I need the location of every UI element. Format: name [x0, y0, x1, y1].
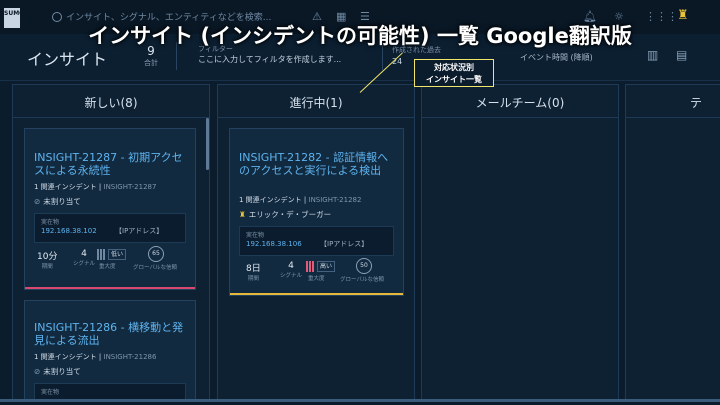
insight-card[interactable]: INSIGHT-21287 - 初期アクセスによる永続性 1 関連インシデント …: [24, 128, 196, 290]
related-count: 1 関連インシデント: [34, 353, 97, 361]
duration-label: 期間: [41, 264, 53, 270]
severity-indicator: 低い: [97, 249, 127, 260]
assignee[interactable]: ⊘ 未割り当て: [34, 196, 81, 207]
view-toggle-icon[interactable]: ▤: [676, 48, 687, 62]
insight-id: INSIGHT-21287: [103, 183, 157, 191]
confidence-label: グローバルな信頼: [133, 265, 177, 271]
severity-indicator: 高い: [306, 261, 336, 272]
confidence-gauge: 65: [148, 246, 164, 262]
insight-id: INSIGHT-21282: [308, 196, 362, 204]
column-header: 新しい(8): [13, 85, 209, 118]
column-settings-icon[interactable]: ▥: [647, 48, 658, 62]
entity-type: 【IPアドレス】: [320, 240, 369, 248]
entity-box[interactable]: 実在物 192.168.38.102 【IPアドレス】: [34, 213, 186, 243]
column-title: 新しい(8): [84, 96, 138, 110]
entity-label: 実在物: [41, 219, 60, 226]
confidence-label: グローバルな信頼: [340, 277, 384, 283]
annotation-callout: 対応状況別 インサイト一覧: [414, 59, 494, 87]
signals-label: シグナル: [280, 273, 303, 279]
duration-label: 期間: [247, 276, 259, 282]
related-count: 1 関連インシデント: [34, 183, 97, 191]
insight-card[interactable]: INSIGHT-21282 - 認証情報へのアクセスと実行による検出 1 関連イ…: [229, 128, 404, 296]
sort-select[interactable]: イベント時間 (降順): [520, 52, 593, 63]
related-count: 1 関連インシデント: [239, 196, 302, 204]
signals-stat: 4 シグナル: [280, 261, 302, 279]
translation-banner: インサイト (インシデントの可能性) 一覧 Google翻訳版: [88, 24, 632, 48]
assignee[interactable]: ⊘ 未割り当て: [34, 366, 81, 377]
related-incidents: 1 関連インシデント | INSIGHT-21287: [34, 183, 157, 191]
column-header: メールチーム(0): [422, 85, 618, 118]
user-icon: ♜: [239, 210, 246, 219]
signals-label: シグナル: [73, 261, 96, 267]
entity-box[interactable]: 実在物 192.168.38.106 【IPアドレス】: [239, 226, 394, 256]
related-incidents: 1 関連インシデント | INSIGHT-21282: [239, 196, 362, 204]
insight-count-label: 合計: [144, 59, 158, 67]
related-incidents: 1 関連インシデント | INSIGHT-21286: [34, 353, 157, 361]
column-mail-team: メールチーム(0): [421, 84, 619, 402]
assignee-name: 未割り当て: [43, 367, 81, 376]
unassigned-icon: ⊘: [34, 197, 41, 206]
duration-stat: 10分期間: [37, 249, 57, 270]
confidence-gauge: 50: [356, 258, 372, 274]
signals-value: 4: [81, 249, 87, 259]
column-title: 進行中(1): [289, 96, 343, 110]
bottom-scrollbar[interactable]: [0, 399, 720, 402]
duration-value: 10分: [37, 252, 58, 262]
entity-label: 実在物: [246, 232, 265, 239]
filter-input[interactable]: ここに入力してフィルタを作成します...: [198, 54, 341, 65]
insight-card[interactable]: INSIGHT-21286 - 横移動と発見による流出 1 関連インシデント |…: [24, 300, 196, 401]
entity-ip[interactable]: 192.168.38.106: [246, 240, 302, 248]
column-title: テ: [690, 96, 703, 110]
callout-line-1: 対応状況別: [434, 63, 474, 72]
card-status-bar: [230, 293, 403, 295]
column-partial: テ: [625, 84, 720, 402]
signals-stat: 4 シグナル: [73, 249, 95, 267]
assignee-name: 未割り当て: [43, 197, 81, 206]
entity-label: 実在物: [41, 389, 60, 396]
card-status-bar: [25, 287, 195, 289]
signals-value: 4: [288, 261, 294, 271]
insight-title[interactable]: INSIGHT-21286 - 横移動と発見による流出: [34, 321, 187, 347]
insight-title[interactable]: INSIGHT-21287 - 初期アクセスによる永続性: [34, 151, 187, 177]
entity-type: 【IPアドレス】: [115, 227, 164, 235]
column-title: メールチーム(0): [475, 96, 565, 110]
assignee-name: エリック・デ・ブーガー: [248, 210, 332, 219]
column-scrollbar[interactable]: [206, 118, 209, 170]
callout-line-2: インサイト一覧: [426, 75, 482, 84]
insight-title[interactable]: INSIGHT-21282 - 認証情報へのアクセスと実行による検出: [239, 151, 395, 177]
severity-label: 重大度: [308, 276, 325, 282]
duration-stat: 8日期間: [246, 261, 261, 282]
severity-value: 高い: [317, 261, 336, 272]
severity-value: 低い: [108, 249, 127, 260]
insight-id: INSIGHT-21286: [103, 353, 157, 361]
column-header: 進行中(1): [218, 85, 414, 118]
assignee[interactable]: ♜ エリック・デ・ブーガー: [239, 209, 331, 220]
severity-label: 重大度: [99, 264, 116, 270]
column-header: テ: [626, 85, 720, 118]
entity-ip[interactable]: 192.168.38.102: [41, 227, 97, 235]
unassigned-icon: ⊘: [34, 367, 41, 376]
duration-value: 8日: [246, 264, 261, 274]
